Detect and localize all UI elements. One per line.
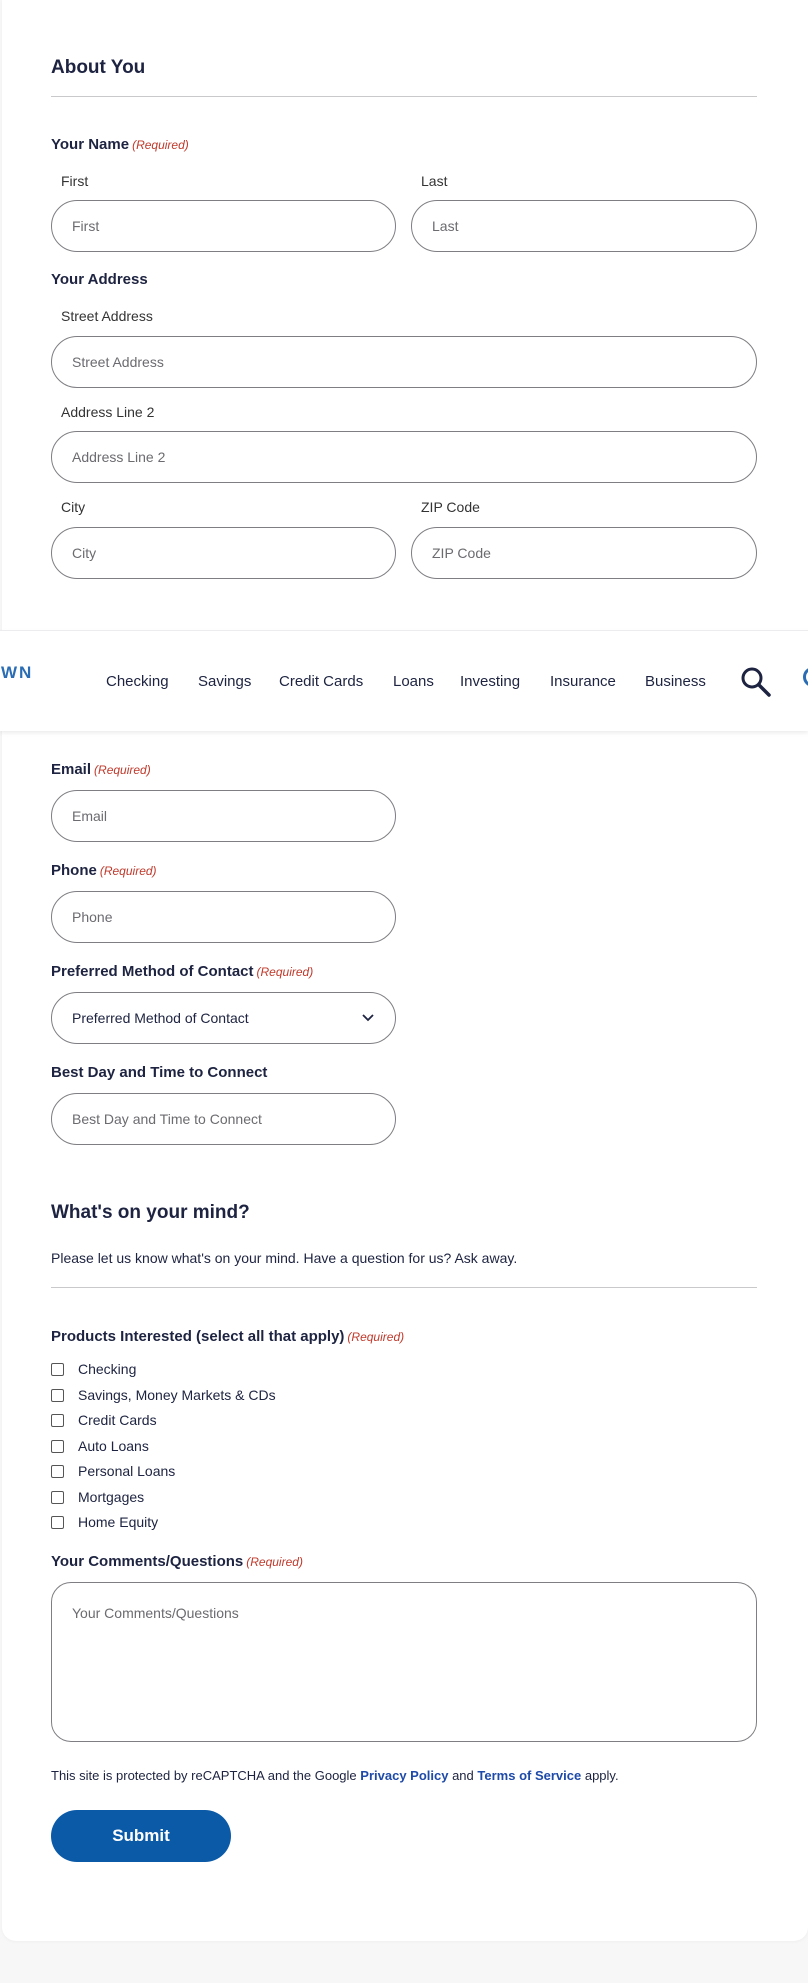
phone-label-text: Phone <box>51 862 97 879</box>
your-name-label-text: Your Name <box>51 136 130 153</box>
products-label-text: Products Interested (select all that app… <box>51 1328 345 1345</box>
checkbox[interactable] <box>51 1439 64 1453</box>
terms-of-service-link[interactable]: Terms of Service <box>477 1768 581 1783</box>
divider <box>51 96 757 97</box>
nav-savings[interactable]: Savings <box>198 673 251 690</box>
product-label: Checking <box>78 1361 137 1377</box>
product-option[interactable]: Personal Loans <box>51 1462 175 1480</box>
search-icon[interactable] <box>740 666 772 698</box>
chevron-down-icon <box>362 1014 374 1022</box>
city-sublabel: City <box>61 499 86 515</box>
about-you-heading: About You <box>51 57 146 78</box>
comments-textarea[interactable]: Your Comments/Questions <box>51 1582 757 1742</box>
required-indicator: (Required) <box>256 965 314 979</box>
recaptcha-and: and <box>452 1768 474 1783</box>
product-label: Home Equity <box>78 1514 159 1530</box>
city-input[interactable]: City <box>51 527 396 579</box>
address-line2-input[interactable]: Address Line 2 <box>51 431 757 483</box>
phone-label: Phone (Required) <box>51 862 157 879</box>
phone-input[interactable]: Phone <box>51 891 396 943</box>
product-label: Mortgages <box>78 1489 145 1505</box>
nav-insurance[interactable]: Insurance <box>550 673 616 690</box>
address-line2-sublabel: Address Line 2 <box>61 404 155 420</box>
product-option[interactable]: Auto Loans <box>51 1437 149 1455</box>
zip-code-input[interactable]: ZIP Code <box>411 527 757 579</box>
street-address-input[interactable]: Street Address <box>51 336 757 388</box>
nav-investing[interactable]: Investing <box>460 673 520 690</box>
logo[interactable]: WN <box>1 663 33 683</box>
best-time-input[interactable]: Best Day and Time to Connect <box>51 1093 396 1145</box>
best-time-label: Best Day and Time to Connect <box>51 1064 268 1081</box>
site-navbar: WN Checking Savings Credit Cards Loans I… <box>0 630 808 731</box>
email-label-text: Email <box>51 761 92 778</box>
comments-label-text: Your Comments/Questions <box>51 1553 244 1570</box>
contact-method-value: Preferred Method of Contact <box>72 1010 249 1026</box>
required-indicator: (Required) <box>246 1555 303 1569</box>
zip-sublabel: ZIP Code <box>421 499 480 515</box>
product-label: Credit Cards <box>78 1412 157 1428</box>
whats-on-your-mind-heading: What's on your mind? <box>51 1202 250 1223</box>
recaptcha-text: This site is protected by reCAPTCHA and … <box>51 1768 357 1783</box>
first-name-input[interactable]: First <box>51 200 396 252</box>
your-name-label: Your Name (Required) <box>51 136 189 153</box>
required-indicator: (Required) <box>99 864 157 878</box>
required-indicator: (Required) <box>94 763 151 777</box>
recaptcha-notice: This site is protected by reCAPTCHA and … <box>51 1768 619 1783</box>
privacy-policy-link[interactable]: Privacy Policy <box>360 1768 448 1783</box>
last-name-input[interactable]: Last <box>411 200 757 252</box>
checkbox[interactable] <box>51 1413 64 1427</box>
product-label: Personal Loans <box>78 1463 176 1479</box>
checkbox[interactable] <box>51 1388 64 1402</box>
required-indicator: (Required) <box>347 1330 405 1344</box>
first-sublabel: First <box>61 173 89 189</box>
nav-loans[interactable]: Loans <box>393 673 434 690</box>
checkbox[interactable] <box>51 1464 64 1478</box>
contact-method-select[interactable]: Preferred Method of Contact <box>51 992 396 1044</box>
recaptcha-suffix: apply. <box>584 1768 619 1783</box>
your-address-label: Your Address <box>51 271 148 288</box>
checkbox[interactable] <box>51 1515 64 1529</box>
product-option[interactable]: Mortgages <box>51 1488 144 1506</box>
product-label: Auto Loans <box>78 1438 149 1454</box>
nav-business[interactable]: Business <box>645 673 706 690</box>
nav-credit-cards[interactable]: Credit Cards <box>279 673 363 690</box>
checkbox[interactable] <box>51 1490 64 1504</box>
email-label: Email (Required) <box>51 761 151 778</box>
mind-intro-text: Please let us know what's on your mind. … <box>51 1250 518 1266</box>
product-label: Savings, Money Markets & CDs <box>78 1387 276 1403</box>
nav-checking[interactable]: Checking <box>106 673 169 690</box>
product-option[interactable]: Savings, Money Markets & CDs <box>51 1386 276 1404</box>
required-indicator: (Required) <box>132 138 189 152</box>
email-input[interactable]: Email <box>51 790 396 842</box>
contact-method-label: Preferred Method of Contact (Required) <box>51 963 313 980</box>
products-label: Products Interested (select all that app… <box>51 1328 404 1345</box>
product-option[interactable]: Home Equity <box>51 1513 158 1531</box>
contact-method-label-text: Preferred Method of Contact <box>51 963 254 980</box>
street-sublabel: Street Address <box>61 308 153 324</box>
last-sublabel: Last <box>421 173 448 189</box>
product-option[interactable]: Checking <box>51 1360 136 1378</box>
comments-label: Your Comments/Questions (Required) <box>51 1553 303 1570</box>
submit-button[interactable]: Submit <box>51 1810 231 1862</box>
product-option[interactable]: Credit Cards <box>51 1411 157 1429</box>
checkbox[interactable] <box>51 1362 64 1376</box>
divider <box>51 1287 757 1288</box>
